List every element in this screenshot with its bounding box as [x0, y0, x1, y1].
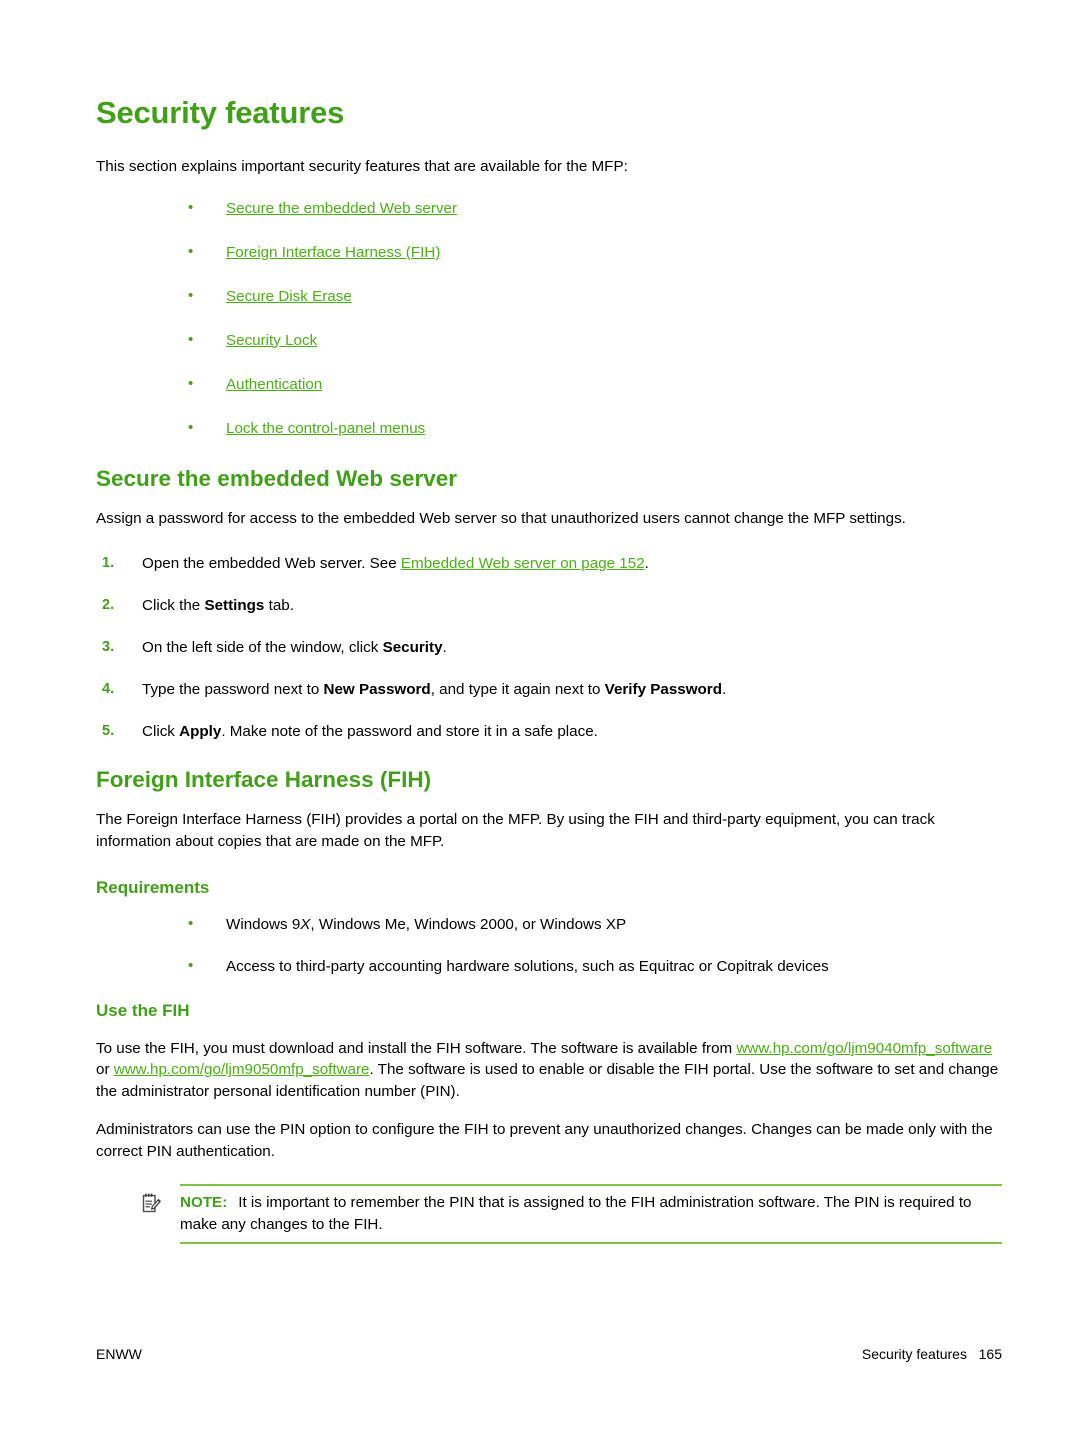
step-item-5: Click Apply. Make note of the password a… [96, 721, 1002, 742]
link-authentication[interactable]: Authentication [226, 376, 322, 393]
step-4-text-post: . [722, 681, 727, 699]
link-hp-ljm9040mfp-software[interactable]: www.hp.com/go/ljm9040mfp_software [736, 1040, 992, 1057]
list-item: Secure the embedded Web server [180, 197, 1002, 219]
step-item-3: On the left side of the window, click Se… [96, 637, 1002, 658]
fih-intro-paragraph: The Foreign Interface Harness (FIH) prov… [96, 811, 935, 850]
use-fih-p1-pre: To use the FIH, you must download and in… [96, 1039, 737, 1057]
step-5-text-post: . Make note of the password and store it… [221, 723, 598, 741]
step-item-1: Open the embedded Web server. See Embedd… [96, 553, 1002, 574]
page-content: Security features This section explains … [96, 95, 1002, 1245]
step-2-text-post: tab. [264, 597, 294, 615]
step-2-text-pre: Click the [142, 597, 205, 615]
note-label: NOTE: [180, 1194, 228, 1212]
link-hp-ljm9050mfp-software[interactable]: www.hp.com/go/ljm9050mfp_software [114, 1061, 370, 1078]
step-4-text-mid: , and type it again next to [430, 681, 605, 699]
link-secure-disk-erase[interactable]: Secure Disk Erase [226, 288, 352, 305]
heading-secure-embedded-web-server: Secure the embedded Web server [96, 465, 457, 491]
list-item: Secure Disk Erase [180, 285, 1002, 307]
list-item: Authentication [180, 373, 1002, 395]
step-5-bold-apply: Apply [179, 723, 222, 741]
step-3-text-pre: On the left side of the window, click [142, 639, 383, 657]
step-2-bold-settings: Settings [204, 597, 265, 615]
section-links-list: Secure the embedded Web server Foreign I… [180, 197, 1002, 439]
intro-paragraph: This section explains important security… [96, 158, 628, 176]
link-secure-embedded-web-server[interactable]: Secure the embedded Web server [226, 200, 457, 217]
step-3-bold-security: Security [382, 639, 443, 657]
footer-locale-code: ENWW [96, 1346, 142, 1362]
requirement-1-text-post: , Windows Me, Windows 2000, or Windows X… [310, 916, 627, 934]
notepad-pencil-icon [142, 1193, 161, 1213]
step-1-text-pre: Open the embedded Web server. See [142, 555, 401, 573]
requirements-list: Windows 9X, Windows Me, Windows 2000, or… [180, 913, 1002, 977]
heading-use-the-fih: Use the FIH [96, 1001, 190, 1021]
list-item: Windows 9X, Windows Me, Windows 2000, or… [180, 913, 1002, 935]
note-text: It is important to remember the PIN that… [180, 1194, 972, 1233]
step-1-text-post: . [644, 555, 649, 573]
link-security-lock[interactable]: Security Lock [226, 332, 317, 349]
use-fih-paragraph-2: Administrators can use the PIN option to… [96, 1121, 993, 1160]
note-callout: NOTE: It is important to remember the PIN… [142, 1184, 1002, 1245]
page-title: Security features [96, 95, 345, 130]
use-fih-paragraph-1: To use the FIH, you must download and in… [96, 1038, 1002, 1103]
list-item: Access to third-party accounting hardwar… [180, 955, 1002, 977]
requirement-1-text-pre: Windows 9 [226, 916, 301, 934]
ews-intro-paragraph: Assign a password for access to the embe… [96, 509, 906, 527]
link-foreign-interface-harness[interactable]: Foreign Interface Harness (FIH) [226, 244, 440, 261]
requirement-1-italic-x: X [300, 916, 311, 934]
step-item-2: Click the Settings tab. [96, 595, 1002, 616]
step-5-text-pre: Click [142, 723, 180, 741]
list-item: Foreign Interface Harness (FIH) [180, 241, 1002, 263]
step-item-4: Type the password next to New Password, … [96, 679, 1002, 700]
link-embedded-web-server-page-152[interactable]: Embedded Web server on page 152 [401, 555, 645, 572]
heading-foreign-interface-harness: Foreign Interface Harness (FIH) [96, 767, 432, 793]
link-lock-control-panel-menus[interactable]: Lock the control-panel menus [226, 420, 425, 437]
step-4-text-pre: Type the password next to [142, 681, 324, 699]
ews-steps-list: Open the embedded Web server. See Embedd… [96, 553, 1002, 742]
step-3-text-post: . [442, 639, 447, 657]
footer-section-and-page: Security features 165 [861, 1346, 1002, 1362]
list-item: Security Lock [180, 329, 1002, 351]
requirement-2-text: Access to third-party accounting hardwar… [226, 958, 829, 976]
use-fih-p1-mid: or [96, 1061, 114, 1079]
step-4-bold-new-password: New Password [323, 681, 431, 699]
document-page: Security features This section explains … [0, 0, 1080, 1437]
note-body: NOTE: It is important to remember the PIN… [180, 1184, 1002, 1245]
step-4-bold-verify-password: Verify Password [604, 681, 722, 699]
page-footer: ENWW Security features 165 [96, 1346, 1002, 1362]
list-item: Lock the control-panel menus [180, 417, 1002, 439]
heading-requirements: Requirements [96, 878, 210, 898]
